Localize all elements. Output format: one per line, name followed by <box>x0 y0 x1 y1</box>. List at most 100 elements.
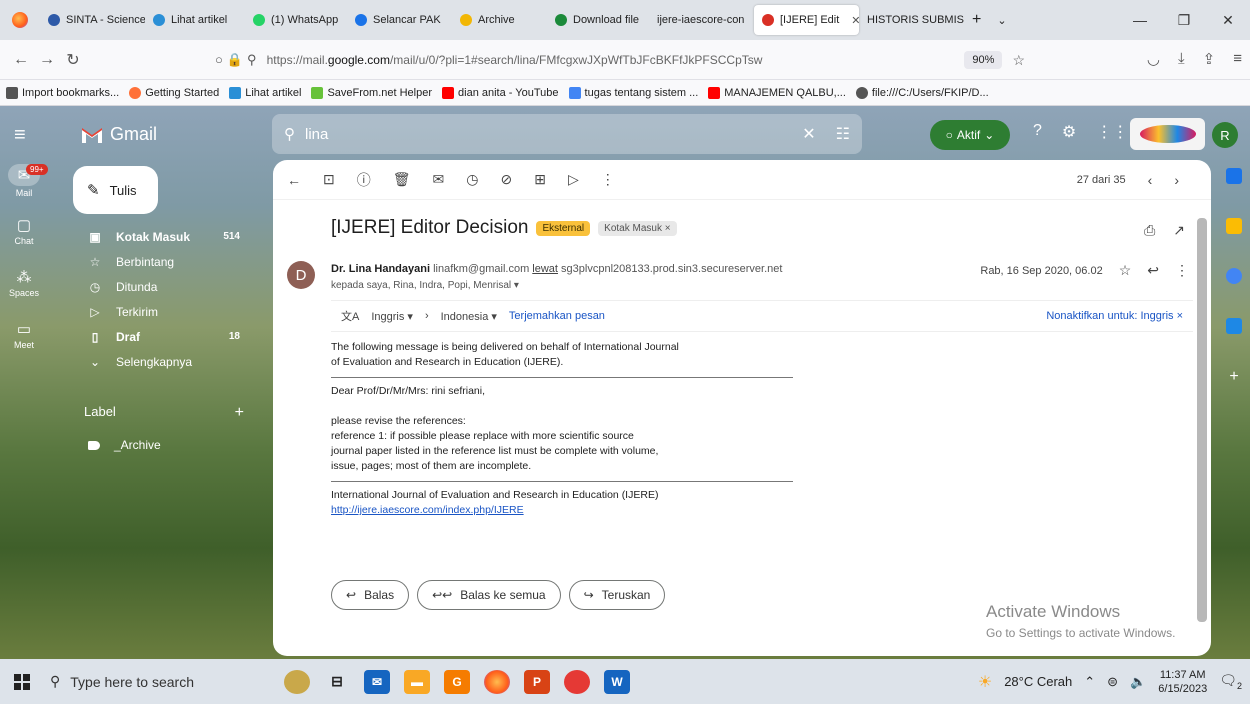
downloads-icon[interactable]: ⤓ <box>1178 50 1185 68</box>
archive-icon[interactable]: ⊡ <box>323 171 335 188</box>
rail-meet[interactable]: ▭ Meet <box>0 320 48 372</box>
start-button[interactable] <box>0 659 44 704</box>
cortana-icon[interactable] <box>284 669 310 694</box>
rail-mail[interactable]: ✉ 99+ Mail <box>0 164 48 216</box>
status-button[interactable]: ○ Aktif ⌄ <box>930 120 1010 150</box>
tab-list-icon[interactable]: ⌄ <box>989 5 1014 35</box>
reply-icon[interactable]: ↩ <box>1147 262 1159 279</box>
target-language-select[interactable]: Indonesia ▾ <box>441 310 497 323</box>
taskbar-search[interactable]: ⚲ Type here to search <box>44 673 244 690</box>
zoom-level[interactable]: 90% <box>964 51 1003 69</box>
new-tab-icon[interactable]: + <box>964 5 989 35</box>
bookmark-item[interactable]: tugas tentang sistem ... <box>568 86 698 99</box>
forward-icon[interactable]: → <box>34 51 60 69</box>
bookmark-item[interactable]: dian anita - YouTube <box>442 86 559 99</box>
forward-button[interactable]: ↪ Teruskan <box>568 580 666 610</box>
add-addon-icon[interactable]: + <box>1226 368 1242 385</box>
mail-app-icon[interactable]: ✉ <box>364 669 390 694</box>
page-info-icon[interactable]: ○🔒⚲ <box>215 52 261 68</box>
scrollbar[interactable] <box>1197 204 1207 644</box>
firefox-taskbar-icon[interactable] <box>484 669 510 694</box>
network-icon[interactable]: ⊜ <box>1107 674 1118 690</box>
media-app-icon[interactable] <box>564 669 590 694</box>
label-icon[interactable]: ▷ <box>568 171 579 188</box>
notifications-icon[interactable]: 🗨2 <box>1219 672 1242 691</box>
browser-tab[interactable]: Archive <box>452 5 547 35</box>
tasks-icon[interactable] <box>1226 268 1242 284</box>
bookmark-item[interactable]: MANAJEMEN QALBU,... <box>708 86 846 99</box>
bookmark-item[interactable]: Import bookmarks... <box>6 86 119 99</box>
hidden-icons-chevron-icon[interactable]: ⌃ <box>1084 674 1095 690</box>
minimize-icon[interactable]: — <box>1118 12 1162 29</box>
sidebar-item-snoozed[interactable]: ◷ Ditunda <box>72 274 262 299</box>
translate-link[interactable]: Terjemahkan pesan <box>509 310 605 322</box>
browser-tab[interactable]: Lihat artikel <box>145 5 245 35</box>
reply-all-button[interactable]: ↩↩ Balas ke semua <box>417 580 561 610</box>
sidebar-item-drafts[interactable]: ▯ Draf 18 <box>72 324 262 349</box>
back-icon[interactable]: ← <box>8 51 34 69</box>
search-input[interactable]: lina <box>305 126 328 143</box>
sidebar-item-inbox[interactable]: ▣ Kotak Masuk 514 <box>72 224 262 249</box>
open-new-window-icon[interactable]: ↗ <box>1173 222 1185 239</box>
rail-spaces[interactable]: ⁂ Spaces <box>0 268 48 320</box>
print-icon[interactable]: ⎙ <box>1144 222 1155 239</box>
sidebar-item-sent[interactable]: ▷ Terkirim <box>72 299 262 324</box>
rail-chat[interactable]: ▢ Chat <box>0 216 48 268</box>
bookmark-item[interactable]: Getting Started <box>129 86 219 99</box>
task-view-icon[interactable]: ⊟ <box>324 670 350 694</box>
contacts-icon[interactable] <box>1226 318 1242 334</box>
bookmark-star-icon[interactable]: ☆ <box>1012 52 1025 69</box>
calendar-icon[interactable] <box>1226 168 1242 184</box>
bookmark-item[interactable]: SaveFrom.net Helper <box>311 86 432 99</box>
via-label[interactable]: lewat <box>532 263 558 275</box>
browser-tab-active[interactable]: [IJERE] Edit ✕ <box>754 5 859 35</box>
reply-button[interactable]: ↩ Balas <box>331 580 410 610</box>
reload-icon[interactable]: ↻ <box>60 50 86 70</box>
share-icon[interactable]: ⇪ <box>1203 50 1216 68</box>
next-icon[interactable]: › <box>1174 172 1179 188</box>
add-label-icon[interactable]: + <box>235 404 244 422</box>
label-item-archive[interactable]: _Archive <box>88 438 161 452</box>
sender-avatar[interactable]: D <box>287 261 315 289</box>
journal-link[interactable]: http://ijere.iaescore.com/index.php/IJER… <box>331 504 524 516</box>
browser-tab[interactable]: (1) WhatsApp <box>245 5 347 35</box>
sidebar-item-more[interactable]: ⌄ Selengkapnya <box>72 349 262 374</box>
volume-icon[interactable]: 🔈 <box>1130 674 1146 690</box>
source-language-select[interactable]: Inggris ▾ <box>371 310 413 323</box>
mark-unread-icon[interactable]: ✉ <box>433 171 445 188</box>
browser-tab[interactable]: SINTA - Science ar <box>40 5 145 35</box>
url-text[interactable]: https://mail.google.com/mail/u/0/?pli=1#… <box>267 53 763 67</box>
close-window-icon[interactable]: ✕ <box>1206 12 1250 29</box>
office-app-icon[interactable]: G <box>444 669 470 694</box>
snooze-icon[interactable]: ◷ <box>466 171 478 188</box>
scrollbar-thumb[interactable] <box>1197 218 1207 622</box>
bookmark-item[interactable]: Lihat artikel <box>229 86 301 99</box>
move-to-icon[interactable]: ⊞ <box>534 171 546 188</box>
clock[interactable]: 11:37 AM 6/15/2023 <box>1158 668 1207 696</box>
organization-logo[interactable] <box>1130 118 1205 150</box>
inbox-label-chip[interactable]: Kotak Masuk × <box>598 220 677 236</box>
disable-translate-link[interactable]: Nonaktifkan untuk: Inggris × <box>1046 310 1183 322</box>
gmail-logo[interactable]: Gmail <box>80 124 157 145</box>
url-bar[interactable]: ○🔒⚲ https://mail.google.com/mail/u/0/?pl… <box>215 46 1025 74</box>
back-arrow-icon[interactable]: ← <box>287 172 301 188</box>
help-icon[interactable]: ? <box>1033 122 1042 142</box>
settings-gear-icon[interactable]: ⚙ <box>1062 122 1076 142</box>
browser-tab[interactable]: HISTORIS SUBMISS <box>859 5 964 35</box>
keep-icon[interactable] <box>1226 218 1242 234</box>
firefox-icon[interactable] <box>0 0 40 40</box>
apps-grid-icon[interactable]: ⋮⋮ <box>1096 122 1128 142</box>
browser-tab[interactable]: ijere-iaescore-con <box>649 5 754 35</box>
menu-icon[interactable]: ≡ <box>1233 50 1242 68</box>
weather-text[interactable]: 28°C Cerah <box>1004 674 1072 689</box>
restore-icon[interactable]: ❐ <box>1162 12 1206 29</box>
sender-name[interactable]: Dr. Lina Handayani <box>331 263 430 275</box>
browser-tab[interactable]: Download file <box>547 5 649 35</box>
file-explorer-icon[interactable]: ▬ <box>404 669 430 694</box>
star-icon[interactable]: ☆ <box>1119 262 1132 279</box>
delete-icon[interactable]: 🗑 <box>393 171 411 188</box>
word-icon[interactable]: W <box>604 669 630 694</box>
add-task-icon[interactable]: ⊘ <box>500 171 512 188</box>
compose-button[interactable]: ✎ Tulis <box>73 166 158 214</box>
report-spam-icon[interactable]: ⓘ <box>357 170 371 190</box>
